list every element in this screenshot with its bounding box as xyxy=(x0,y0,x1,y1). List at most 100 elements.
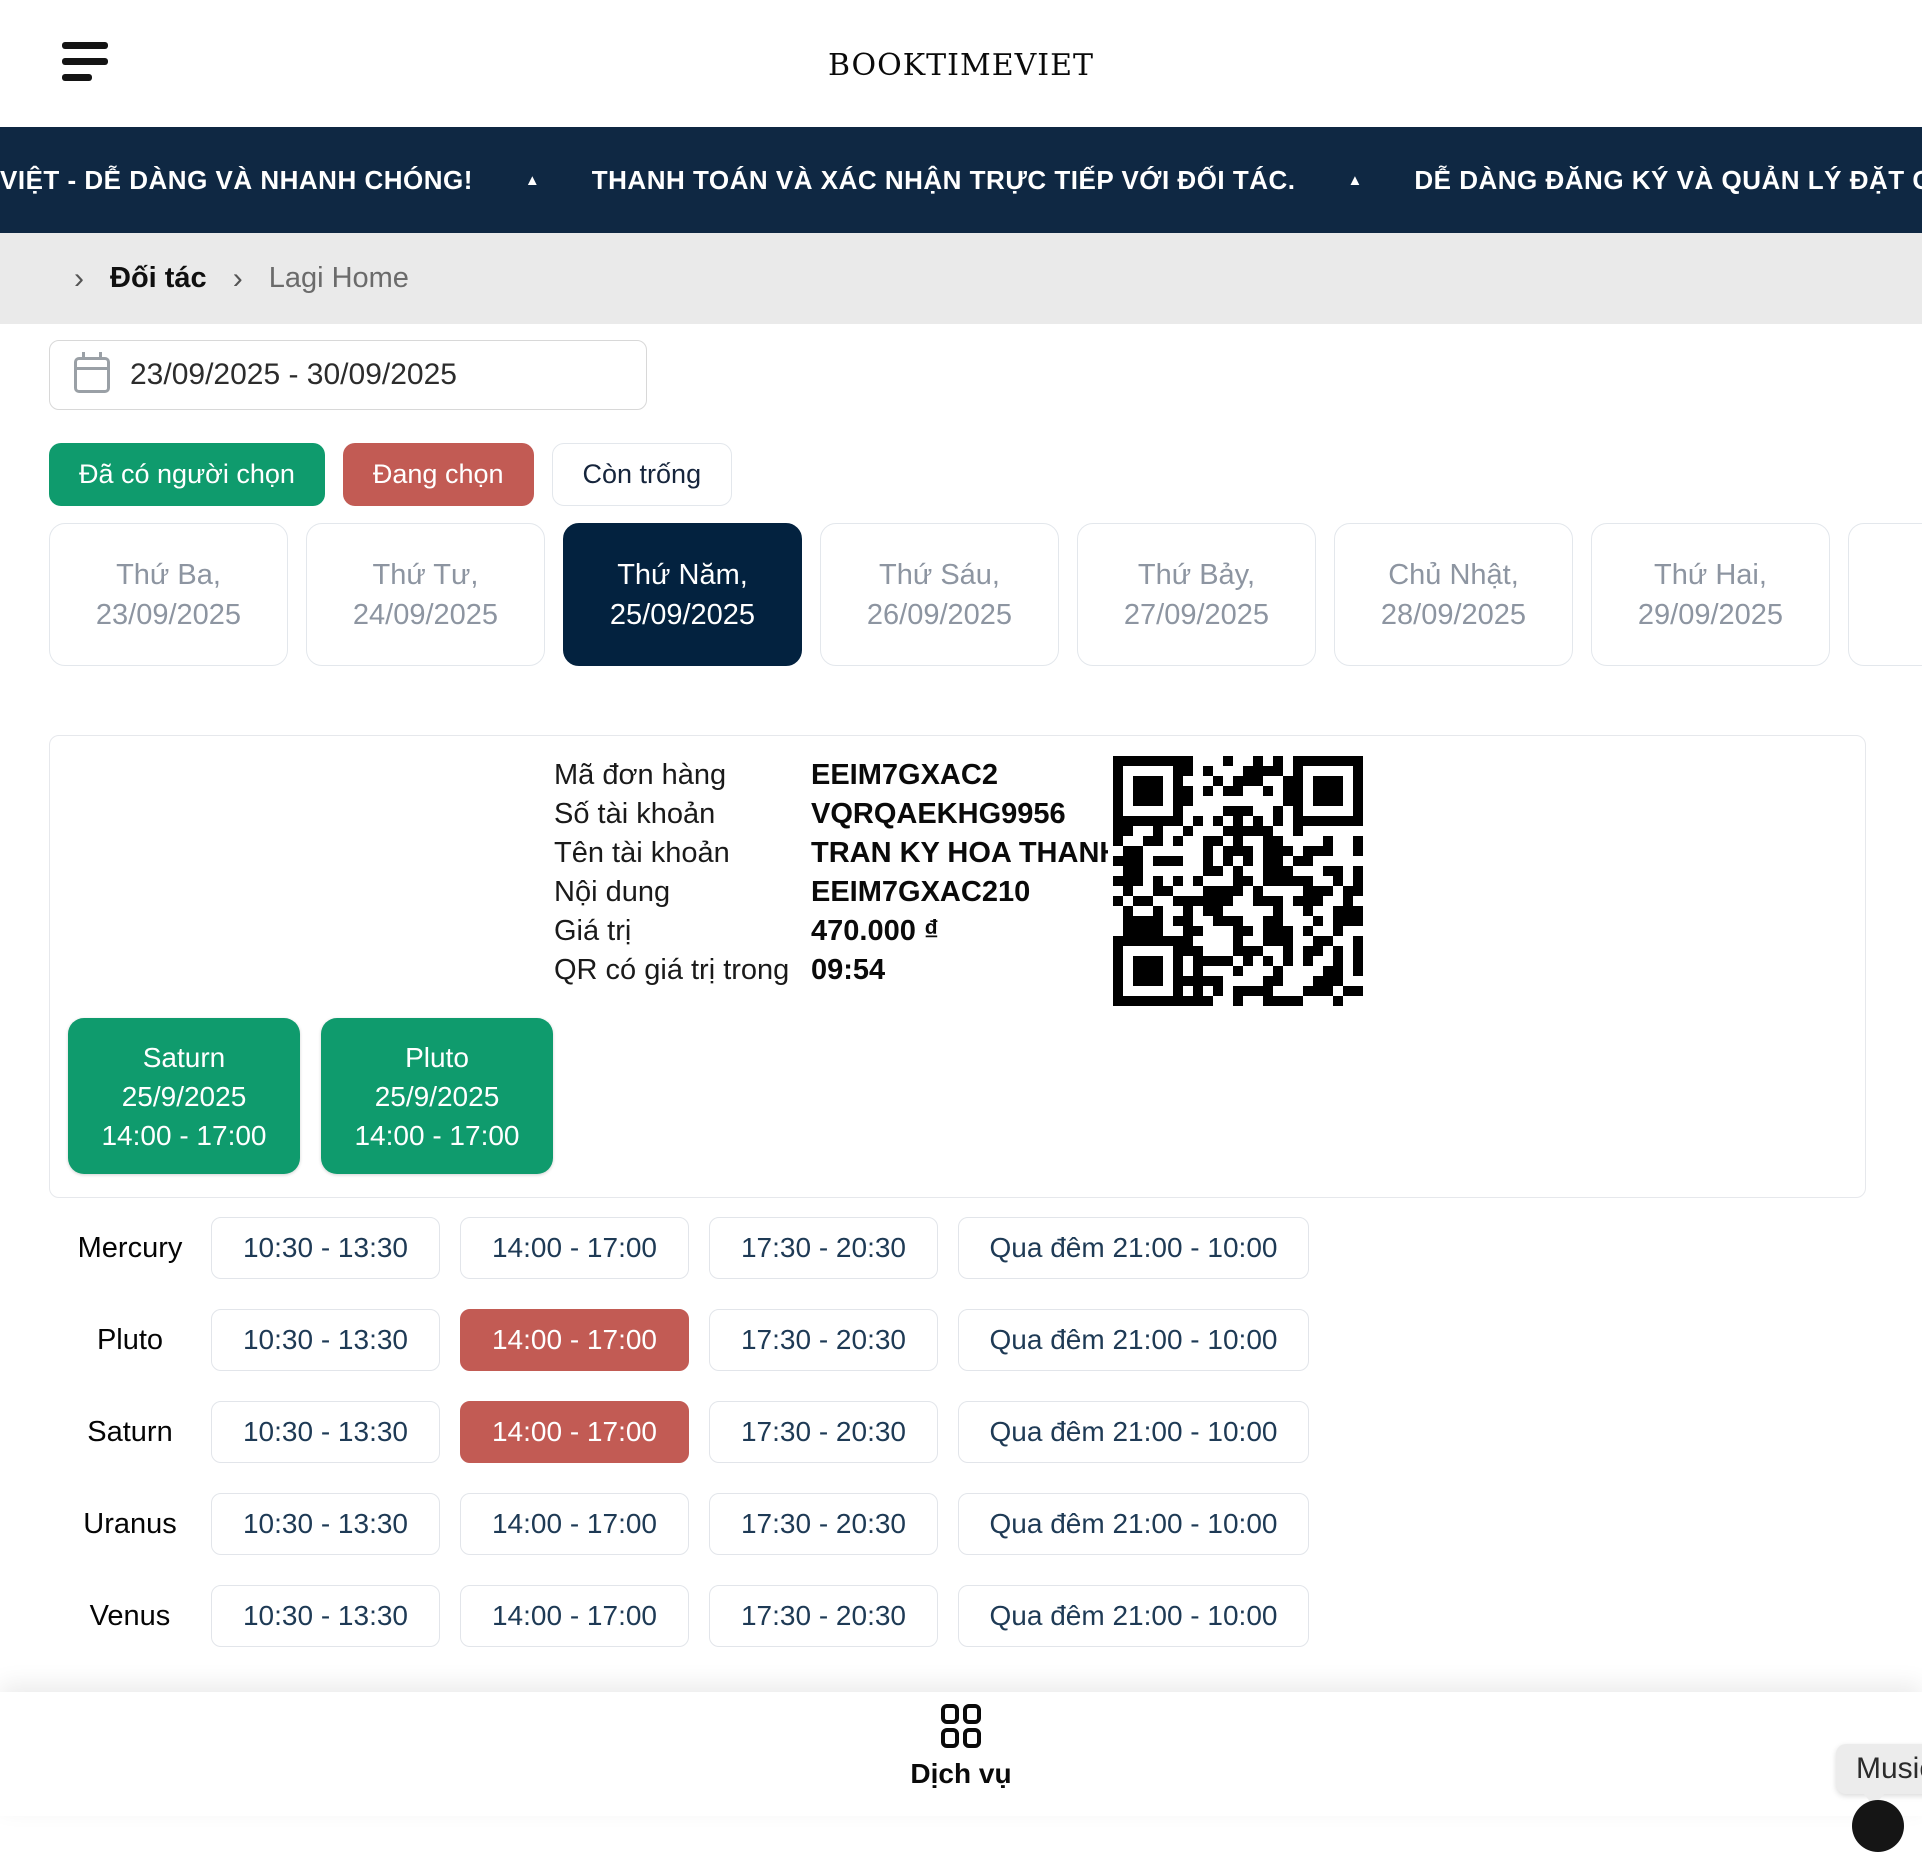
day-tab[interactable]: Thứ Bảy,27/09/2025 xyxy=(1077,523,1316,666)
chip-room: Saturn xyxy=(143,1038,226,1077)
bottom-bar: Dịch vụ xyxy=(0,1692,1922,1816)
schedule-row: Uranus10:30 - 13:30 14:00 - 17:00 17:30 - … xyxy=(49,1493,1309,1555)
time-slot-button[interactable]: 14:00 - 17:00 xyxy=(460,1493,689,1555)
order-info: Mã đơn hàngEEIM7GXAC2Số tài khoảnVQRQAEK… xyxy=(554,756,1120,990)
day-tab-date: 25/09/2025 xyxy=(610,595,755,635)
slot-group: 10:30 - 13:30 14:00 - 17:00 17:30 - 20:30 Q… xyxy=(211,1309,1309,1371)
payment-qr-code xyxy=(1108,751,1368,1011)
music-widget-icon[interactable] xyxy=(1852,1800,1904,1852)
schedule-row: Mercury10:30 - 13:30 14:00 - 17:00 17:30 -… xyxy=(49,1217,1309,1279)
schedule-row: Venus10:30 - 13:3014:00 - 17:0017:30 - 2… xyxy=(49,1585,1309,1647)
schedule-row: Pluto10:30 - 13:30 14:00 - 17:00 17:30 - 2… xyxy=(49,1309,1309,1371)
order-info-value: EEIM7GXAC210 xyxy=(811,873,1030,912)
day-tab[interactable] xyxy=(1848,523,1922,666)
order-info-label: Giá trị xyxy=(554,912,811,951)
time-slot-button[interactable]: Qua đêm 21:00 - 10:00 xyxy=(958,1309,1309,1371)
day-tab-date: 23/09/2025 xyxy=(96,595,241,635)
day-tab-date: 29/09/2025 xyxy=(1638,595,1783,635)
day-tab[interactable]: Thứ Tư,24/09/2025 xyxy=(306,523,545,666)
time-slot-button[interactable]: 10:30 - 13:30 xyxy=(211,1217,440,1279)
ticker-message: DỄ DÀNG ĐĂNG KÝ VÀ QUẢN LÝ ĐẶT CHỖ CHỈ V… xyxy=(1414,165,1922,196)
time-slot-button[interactable]: 17:30 - 20:30 xyxy=(709,1217,938,1279)
legend-selecting[interactable]: Đang chọn xyxy=(343,443,534,506)
music-button[interactable]: Music xyxy=(1836,1744,1922,1794)
order-info-row: Mã đơn hàngEEIM7GXAC2 xyxy=(554,756,1120,795)
time-slot-button[interactable]: 17:30 - 20:30 xyxy=(709,1493,938,1555)
time-slot-button[interactable]: 17:30 - 20:30 xyxy=(709,1585,938,1647)
order-info-value: 09:54 xyxy=(811,951,885,990)
order-info-value: VQRQAEKHG9956 xyxy=(811,795,1066,834)
chip-room: Pluto xyxy=(405,1038,469,1077)
triangle-separator-icon: ▲ xyxy=(525,172,540,189)
chip-date: 25/9/2025 xyxy=(122,1077,247,1116)
room-label: Mercury xyxy=(49,1232,211,1265)
time-slot-button[interactable]: 10:30 - 13:30 xyxy=(211,1309,440,1371)
day-tab-weekday: Thứ Tư, xyxy=(373,555,479,595)
day-tab-weekday: Thứ Ba, xyxy=(116,555,221,595)
day-tab-weekday: Chủ Nhật, xyxy=(1388,555,1519,595)
time-slot-button[interactable]: 14:00 - 17:00 xyxy=(460,1217,689,1279)
day-tab[interactable]: Thứ Ba,23/09/2025 xyxy=(49,523,288,666)
breadcrumb-item-partner[interactable]: Đối tác xyxy=(110,262,207,295)
time-slot-button[interactable]: 10:30 - 13:30 xyxy=(211,1401,440,1463)
day-tab-date: 28/09/2025 xyxy=(1381,595,1526,635)
order-info-label: QR có giá trị trong xyxy=(554,951,811,990)
chip-time: 14:00 - 17:00 xyxy=(354,1116,519,1155)
day-tab[interactable]: Thứ Năm,25/09/2025 xyxy=(563,523,802,666)
selected-slot-chip[interactable]: Saturn25/9/202514:00 - 17:00 xyxy=(68,1018,300,1174)
room-label: Saturn xyxy=(49,1416,211,1449)
payment-panel: Mã đơn hàngEEIM7GXAC2Số tài khoảnVQRQAEK… xyxy=(49,735,1866,1198)
order-info-label: Mã đơn hàng xyxy=(554,756,811,795)
date-range-value: 23/09/2025 - 30/09/2025 xyxy=(130,358,457,392)
order-info-row: QR có giá trị trong09:54 xyxy=(554,951,1120,990)
day-tab-weekday: Thứ Bảy, xyxy=(1138,555,1255,595)
time-slot-button[interactable]: 10:30 - 13:30 xyxy=(211,1493,440,1555)
order-info-row: Giá trị470.000 ₫ xyxy=(554,912,1120,951)
time-slot-button[interactable]: 14:00 - 17:00 xyxy=(460,1585,689,1647)
day-tab[interactable]: Chủ Nhật,28/09/2025 xyxy=(1334,523,1573,666)
legend-row: Đã có người chọn Đang chọn Còn trống xyxy=(49,443,732,506)
legend-free[interactable]: Còn trống xyxy=(552,443,733,506)
day-tab-date: 27/09/2025 xyxy=(1124,595,1269,635)
time-slot-button[interactable]: 14:00 - 17:00 xyxy=(460,1401,689,1463)
music-button-label: Music xyxy=(1856,1752,1922,1786)
bottom-nav-services[interactable]: Dịch vụ xyxy=(0,1704,1922,1790)
time-slot-button[interactable]: 17:30 - 20:30 xyxy=(709,1401,938,1463)
order-info-row: Nội dungEEIM7GXAC210 xyxy=(554,873,1120,912)
selected-slot-chips: Saturn25/9/202514:00 - 17:00Pluto25/9/20… xyxy=(68,1018,553,1174)
room-label: Pluto xyxy=(49,1324,211,1357)
time-slot-button[interactable]: Qua đêm 21:00 - 10:00 xyxy=(958,1493,1309,1555)
date-range-input[interactable]: 23/09/2025 - 30/09/2025 xyxy=(49,340,647,410)
day-tab-date: 26/09/2025 xyxy=(867,595,1012,635)
selected-slot-chip[interactable]: Pluto25/9/202514:00 - 17:00 xyxy=(321,1018,553,1174)
day-tab-weekday: Thứ Hai, xyxy=(1654,555,1767,595)
day-tab-date: 24/09/2025 xyxy=(353,595,498,635)
triangle-separator-icon: ▲ xyxy=(1348,172,1363,189)
slot-group: 10:30 - 13:30 14:00 - 17:00 17:30 - 20:30 Q… xyxy=(211,1585,1309,1647)
time-slot-button[interactable]: Qua đêm 21:00 - 10:00 xyxy=(958,1585,1309,1647)
day-tabs: Thứ Ba,23/09/2025Thứ Tư,24/09/2025Thứ Nă… xyxy=(49,523,1922,668)
order-info-value: EEIM7GXAC2 xyxy=(811,756,998,795)
bottom-nav-label: Dịch vụ xyxy=(910,1758,1011,1790)
order-info-row: Số tài khoảnVQRQAEKHG9956 xyxy=(554,795,1120,834)
chevron-right-icon: › xyxy=(74,262,84,296)
services-grid-icon xyxy=(941,1704,981,1748)
time-slot-button[interactable]: 10:30 - 13:30 xyxy=(211,1585,440,1647)
day-tab[interactable]: Thứ Hai,29/09/2025 xyxy=(1591,523,1830,666)
room-label: Uranus xyxy=(49,1508,211,1541)
time-slot-button[interactable]: Qua đêm 21:00 - 10:00 xyxy=(958,1401,1309,1463)
time-slot-button[interactable]: 14:00 - 17:00 xyxy=(460,1309,689,1371)
time-slot-button[interactable]: Qua đêm 21:00 - 10:00 xyxy=(958,1217,1309,1279)
day-tab[interactable]: Thứ Sáu,26/09/2025 xyxy=(820,523,1059,666)
breadcrumb: › Đối tác › Lagi Home xyxy=(0,233,1922,324)
time-slot-button[interactable]: 17:30 - 20:30 xyxy=(709,1309,938,1371)
chip-time: 14:00 - 17:00 xyxy=(101,1116,266,1155)
order-info-label: Tên tài khoản xyxy=(554,834,811,873)
slot-group: 10:30 - 13:30 14:00 - 17:00 17:30 - 20:30 Q… xyxy=(211,1217,1309,1279)
breadcrumb-item-current: Lagi Home xyxy=(269,262,409,295)
chip-date: 25/9/2025 xyxy=(375,1077,500,1116)
legend-taken[interactable]: Đã có người chọn xyxy=(49,443,325,506)
order-info-value: 470.000 ₫ xyxy=(811,912,939,951)
app-header: BOOKTIMEVIET xyxy=(0,0,1922,127)
announcement-ticker: VIỆT - DỄ DÀNG VÀ NHANH CHÓNG!▲THANH TOÁ… xyxy=(0,127,1922,233)
